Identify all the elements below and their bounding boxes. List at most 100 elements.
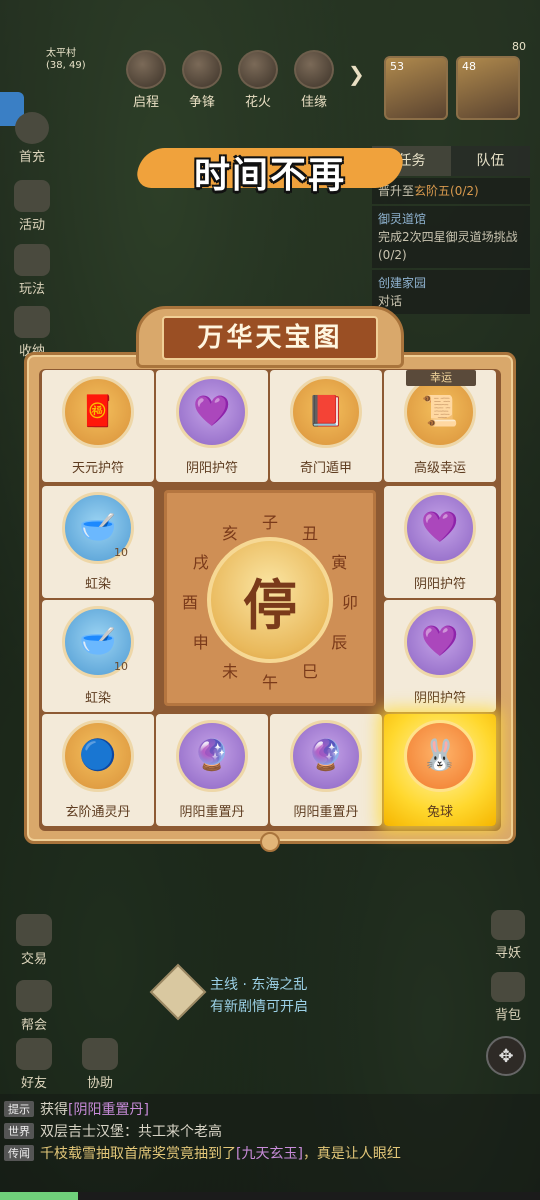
prize-cell[interactable]: 🔵 玄阶通灵丹: [42, 714, 154, 826]
zodiac-char: 寅: [331, 553, 348, 572]
zodiac-char: 子: [262, 513, 279, 532]
prize-cell[interactable]: 📕 奇门遁甲: [270, 370, 382, 482]
item-glyph: 💜: [421, 510, 459, 545]
menu-bag[interactable]: 背包: [484, 972, 532, 1023]
top-activity-icons: 启程 争锋 花火 佳缘: [118, 50, 342, 110]
zodiac-char: 辰: [331, 633, 348, 652]
prize-cell[interactable]: 🥣 10 虹染: [42, 486, 154, 598]
storage-icon: [14, 306, 50, 338]
bunny-ball-icon: 🐰: [404, 720, 476, 792]
portrait-level: 48: [462, 60, 476, 73]
prize-cell[interactable]: 🔮 阴阳重置丹: [270, 714, 382, 826]
experience-bar: [0, 1192, 540, 1200]
mainline-title: 主线 · 东海之乱: [210, 977, 308, 993]
prize-cell[interactable]: 💜 阴阳护符: [156, 370, 268, 482]
chevron-right-icon[interactable]: ❯: [348, 62, 365, 86]
spin-wheel: 子丑寅卯辰巳午 未申 酉 戌亥 停: [164, 490, 376, 706]
top-icon-battle[interactable]: 争锋: [174, 50, 230, 110]
spirit-pill-icon: 🔵: [62, 720, 134, 792]
amulet-purple-icon: 💜: [404, 606, 476, 678]
menu-friends[interactable]: 好友: [8, 1038, 60, 1091]
prize-cell[interactable]: 🔮 阴阳重置丹: [156, 714, 268, 826]
cell-label: 阴阳护符: [413, 577, 466, 592]
quest-item[interactable]: 御灵道馆 完成2次四星御灵道场挑战(0/2): [372, 206, 530, 268]
chat-line: 传闻 千枝载雪抽取首席奖赏竟抽到了 [九天玄玉] ，真是让人眼红: [4, 1142, 536, 1164]
compass-icon[interactable]: ✥: [486, 1036, 526, 1076]
item-count: 10: [114, 660, 128, 673]
prize-cell[interactable]: 💜 阴阳护符: [384, 600, 496, 712]
tab-team[interactable]: 队伍: [451, 146, 530, 176]
event-icon: [14, 180, 50, 212]
zodiac-char: 未: [222, 662, 239, 682]
menu-first-charge[interactable]: 首充: [6, 112, 58, 165]
gameplay-icon: [14, 244, 50, 276]
chat-box[interactable]: 提示 获得 [阴阳重置丹] 世界 双层吉士汉堡：共工来个老高 传闻 千枝载雪抽取…: [0, 1094, 540, 1200]
mainline-subtitle: 有新剧情可开启: [210, 999, 308, 1015]
menu-label: 玩法: [18, 282, 45, 297]
cell-label: 虹染: [84, 691, 111, 706]
bag-icon: [491, 972, 525, 1002]
prize-cell[interactable]: 🧧 天元护符: [42, 370, 154, 482]
top-icon-journey[interactable]: 启程: [118, 50, 174, 110]
zodiac-char: 戌: [192, 553, 209, 572]
stop-button[interactable]: 停: [207, 537, 333, 663]
menu-label: 活动: [18, 218, 45, 233]
prize-cell[interactable]: 🥣 10 虹染: [42, 600, 154, 712]
chat-line: 提示 获得 [阴阳重置丹]: [4, 1098, 536, 1120]
zodiac-char: 丑: [302, 523, 319, 543]
menu-guild[interactable]: 帮会: [8, 980, 60, 1033]
board-title-plate: 万华天宝图: [136, 306, 404, 368]
top-icon-fireworks[interactable]: 花火: [230, 50, 286, 110]
chat-text: ，真是让人眼红: [302, 1146, 401, 1162]
trade-icon: [16, 914, 52, 946]
zodiac-char: 申: [192, 633, 209, 652]
friends-icon: [16, 1038, 52, 1070]
seek-icon: [491, 910, 525, 940]
location-label: 太平村 (38, 49): [46, 48, 86, 72]
quest-text: 完成2次四星御灵道场挑战(0/2): [378, 230, 518, 262]
menu-trade[interactable]: 交易: [8, 914, 60, 967]
village-coords: (38, 49): [46, 60, 86, 71]
reset-orb-icon: 🔮: [290, 720, 362, 792]
menu-label: 背包: [494, 1008, 521, 1023]
cell-label: 阴阳护符: [185, 461, 238, 476]
prize-cell[interactable]: 🐰 兔球: [384, 714, 496, 826]
top-icon-label: 启程: [132, 95, 159, 110]
item-glyph: 📕: [307, 394, 345, 429]
item-glyph: 💜: [193, 394, 231, 429]
board-bottom-ornament: [260, 832, 280, 852]
cell-label: 阴阳重置丹: [179, 805, 245, 820]
chat-channel: 世界: [4, 1123, 34, 1139]
chat-item-link[interactable]: [九天玄玉]: [236, 1143, 303, 1163]
fireworks-icon: [238, 50, 278, 89]
player-portrait[interactable]: 48: [456, 56, 520, 120]
item-glyph: 🥣: [79, 510, 117, 545]
item-glyph: 🔮: [307, 738, 345, 773]
chat-item-link[interactable]: [阴阳重置丹]: [68, 1099, 149, 1119]
first-charge-icon: [15, 112, 49, 144]
item-glyph: 💜: [421, 624, 459, 659]
cell-label: 阴阳护符: [413, 691, 466, 706]
item-glyph: 📜: [421, 394, 459, 429]
menu-gameplay[interactable]: 玩法: [6, 244, 58, 297]
guild-icon: [16, 980, 52, 1012]
top-icon-romance[interactable]: 佳缘: [286, 50, 342, 110]
item-glyph: 🐰: [421, 738, 459, 773]
amulet-purple-icon: 💜: [404, 492, 476, 564]
menu-event[interactable]: 活动: [6, 180, 58, 233]
prize-cell[interactable]: 💜 阴阳护符: [384, 486, 496, 598]
menu-label: 好友: [20, 1076, 47, 1091]
cell-label: 兔球: [426, 805, 453, 820]
chat-line: 世界 双层吉士汉堡：共工来个老高: [4, 1120, 536, 1142]
scroll-icon: 📜: [404, 376, 476, 448]
amulet-purple-icon: 💜: [176, 376, 248, 448]
menu-seek[interactable]: 寻妖: [484, 910, 532, 961]
battle-icon: [182, 50, 222, 89]
prize-cell[interactable]: 📜 幸运 高级幸运: [384, 370, 496, 482]
chat-text: 获得: [40, 1102, 68, 1118]
menu-assist[interactable]: 协助: [74, 1038, 126, 1091]
zodiac-char: 亥: [222, 523, 239, 543]
cell-label: 阴阳重置丹: [293, 805, 359, 820]
menu-label: 交易: [20, 952, 47, 967]
party-member-portrait[interactable]: 53: [384, 56, 448, 120]
